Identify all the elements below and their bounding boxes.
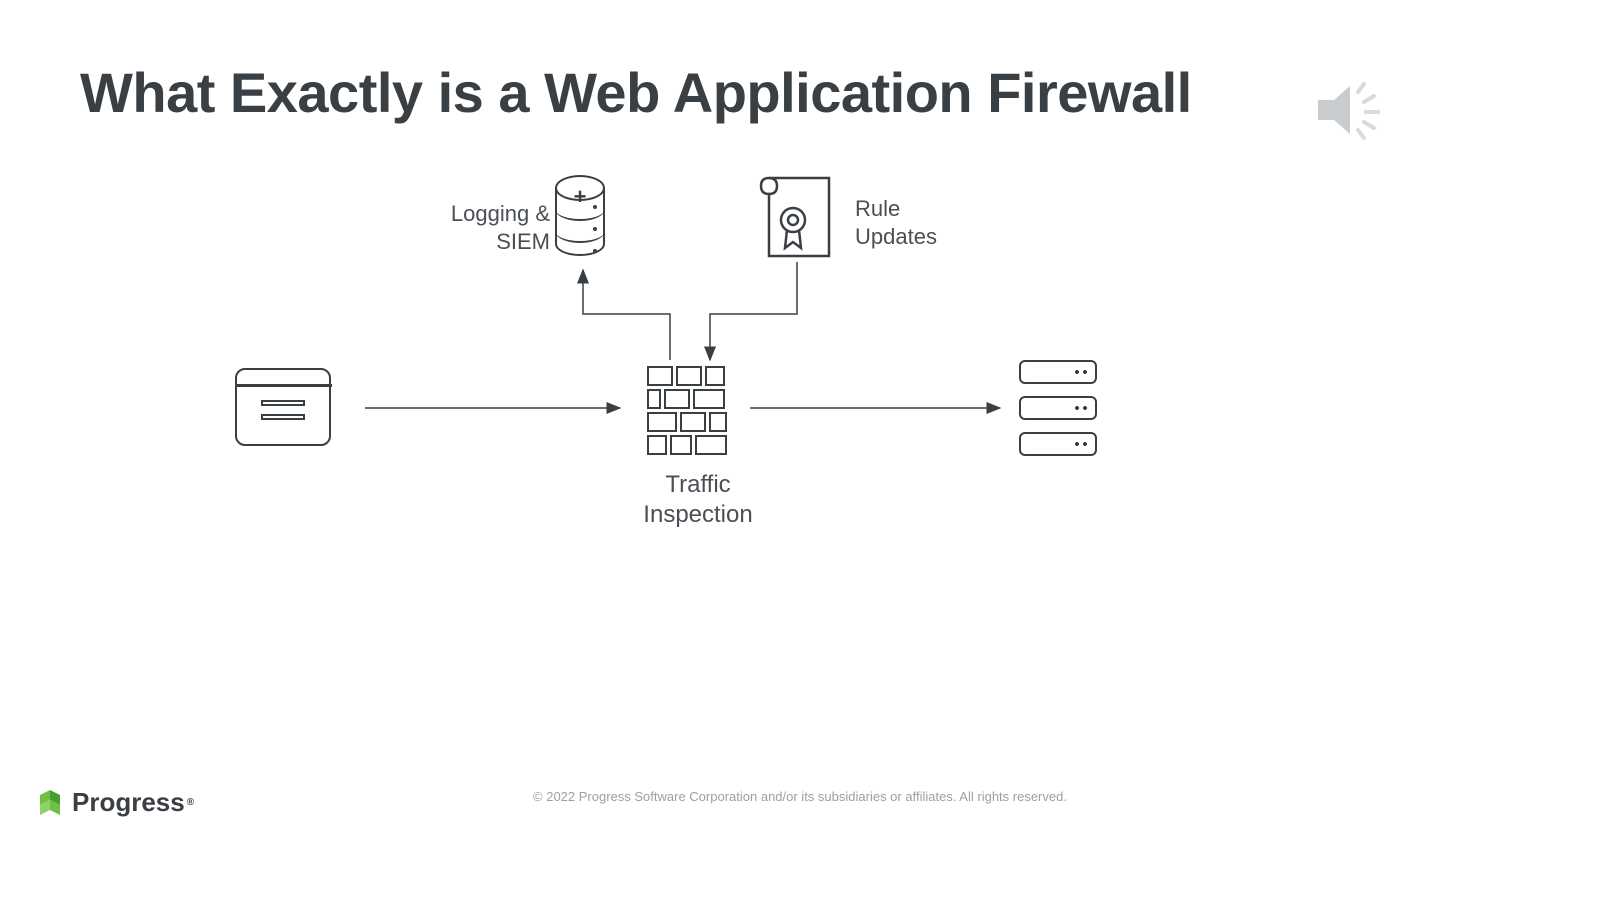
logging-label: Logging & SIEM — [450, 200, 550, 255]
connector-lines — [230, 170, 1130, 510]
waf-diagram: + Logging & SIEM Rule Updates Traffic In… — [230, 170, 1130, 510]
firewall-icon — [647, 366, 729, 448]
traffic-label: Traffic Inspection — [613, 470, 783, 530]
audio-speaker-icon — [1308, 70, 1388, 155]
rules-label: Rule Updates — [855, 195, 975, 250]
slide-title: What Exactly is a Web Application Firewa… — [80, 60, 1192, 125]
certificate-icon — [755, 174, 835, 260]
browser-icon — [235, 368, 331, 446]
footer-copyright: © 2022 Progress Software Corporation and… — [0, 789, 1600, 804]
brand-name: Progress — [72, 787, 185, 818]
database-icon: + — [555, 175, 605, 187]
progress-logo: Progress® — [36, 787, 194, 818]
servers-icon — [1019, 360, 1099, 468]
